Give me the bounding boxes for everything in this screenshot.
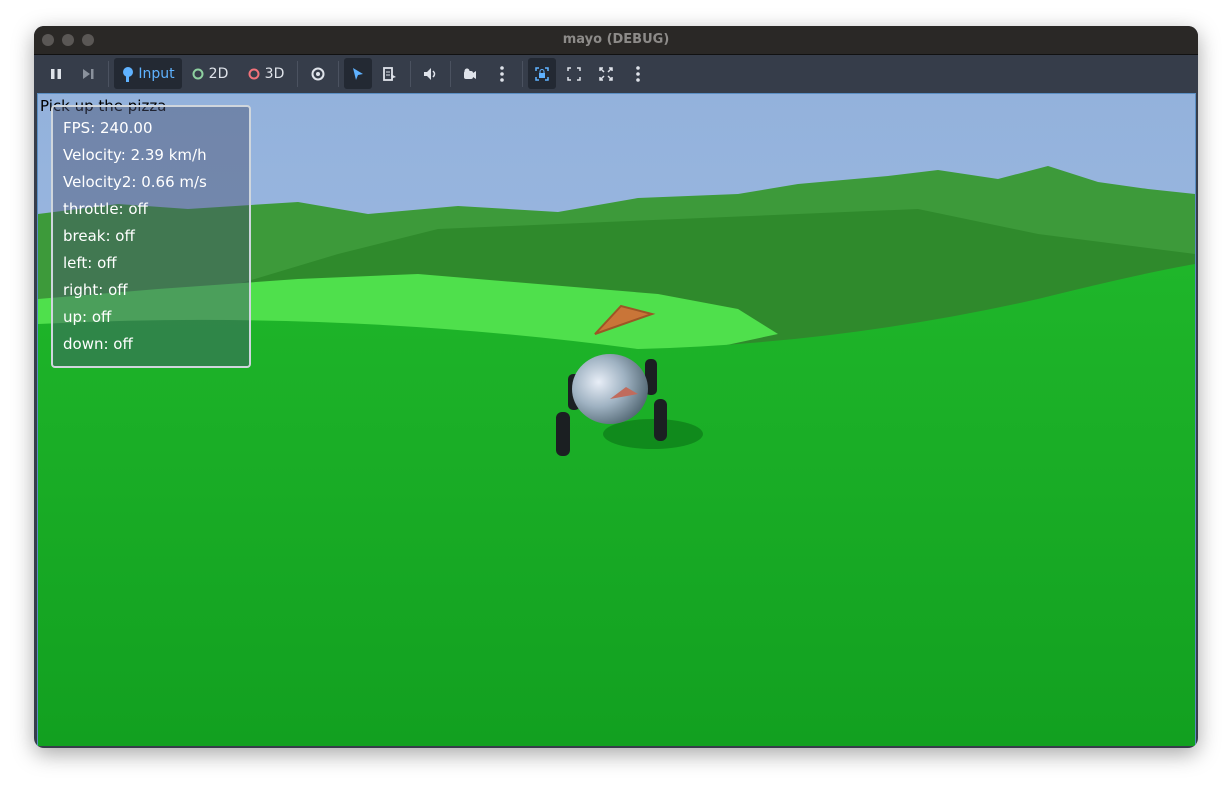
kebab-menu-icon bbox=[636, 65, 640, 82]
break-status: break: off bbox=[63, 227, 135, 245]
3d-circle-icon bbox=[248, 68, 260, 79]
camera-button[interactable] bbox=[456, 58, 484, 89]
list-cursor-icon bbox=[383, 66, 396, 81]
visibility-button[interactable] bbox=[304, 58, 332, 89]
eye-icon bbox=[311, 67, 325, 80]
fullscreen-button[interactable] bbox=[592, 58, 620, 89]
velocity2-readout: Velocity2: 0.66 m/s bbox=[63, 173, 207, 191]
left-status: left: off bbox=[63, 254, 117, 272]
game-window: mayo (DEBUG) Input 2D 3D Pick up the piz… bbox=[34, 26, 1198, 748]
2d-mode-button[interactable]: 2D bbox=[188, 58, 232, 89]
game-viewport[interactable]: Pick up the pizza FPS: 240.00 Velocity: … bbox=[37, 93, 1196, 746]
down-status: down: off bbox=[63, 335, 133, 353]
speaker-icon bbox=[424, 67, 436, 80]
pause-button[interactable] bbox=[42, 58, 70, 89]
joystick-icon bbox=[123, 66, 134, 82]
lock-frame-icon bbox=[535, 66, 549, 81]
fps-readout: FPS: 240.00 bbox=[63, 119, 153, 137]
debug-stats-panel: FPS: 240.00 Velocity: 2.39 km/h Velocity… bbox=[51, 105, 251, 368]
more-options-button-2[interactable] bbox=[624, 58, 652, 89]
step-forward-icon bbox=[83, 68, 94, 79]
velocity-readout: Velocity: 2.39 km/h bbox=[63, 146, 207, 164]
select-tool-button[interactable] bbox=[344, 58, 372, 89]
cursor-arrow-icon bbox=[353, 67, 363, 80]
car-shadow bbox=[603, 419, 703, 449]
right-status: right: off bbox=[63, 281, 128, 299]
list-select-button[interactable] bbox=[376, 58, 404, 89]
window-title: mayo (DEBUG) bbox=[562, 32, 670, 47]
camera-icon bbox=[464, 68, 476, 79]
fullscreen-icon bbox=[599, 66, 613, 81]
audio-button[interactable] bbox=[416, 58, 444, 89]
3d-mode-button[interactable]: 3D bbox=[244, 58, 288, 89]
lock-camera-button[interactable] bbox=[528, 58, 556, 89]
2d-label: 2D bbox=[208, 65, 229, 82]
expand-button[interactable] bbox=[560, 58, 588, 89]
next-frame-button[interactable] bbox=[74, 58, 102, 89]
throttle-status: throttle: off bbox=[63, 200, 148, 218]
more-options-button[interactable] bbox=[488, 58, 516, 89]
3d-label: 3D bbox=[264, 65, 285, 82]
pause-icon bbox=[51, 68, 61, 79]
input-mode-button[interactable]: Input bbox=[114, 58, 182, 89]
2d-circle-icon bbox=[192, 68, 204, 79]
title-bar: mayo (DEBUG) bbox=[34, 26, 1198, 55]
expand-icon bbox=[567, 66, 581, 81]
debug-toolbar: Input 2D 3D bbox=[34, 55, 1198, 93]
input-label: Input bbox=[138, 65, 175, 82]
up-status: up: off bbox=[63, 308, 112, 326]
kebab-menu-icon bbox=[500, 65, 504, 82]
